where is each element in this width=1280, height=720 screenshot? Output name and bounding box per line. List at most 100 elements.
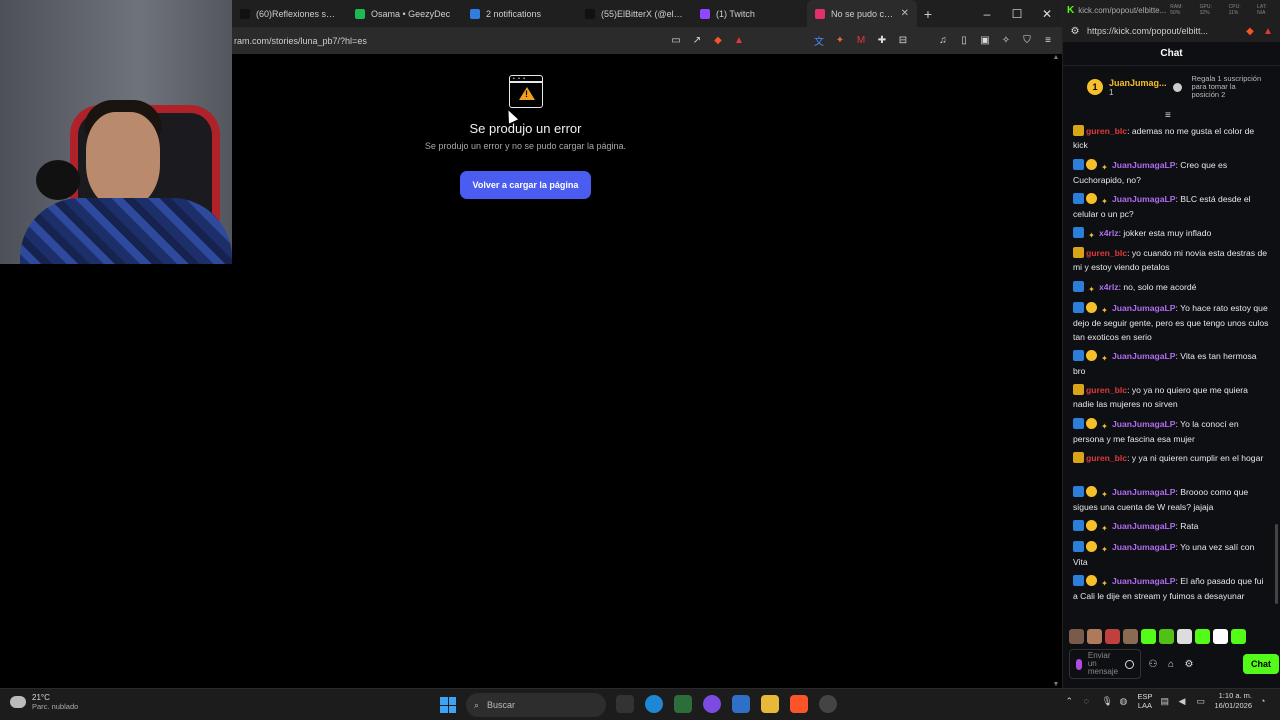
emote[interactable] (1105, 629, 1120, 644)
brave-rewards-icon[interactable]: ▲ (1262, 25, 1274, 37)
weather-widget[interactable]: 21°C Parc. nublado (10, 693, 78, 711)
browser-tab[interactable]: (1) Twitch (692, 0, 807, 27)
brave-shields-icon[interactable]: ◆ (712, 35, 724, 47)
subscriber-badge-icon: ✦ (1101, 354, 1108, 363)
task-view-icon[interactable] (616, 695, 634, 713)
webcam-overlay (0, 0, 232, 264)
clock[interactable]: 1:10 a. m. 16/01/2026 (1214, 691, 1252, 711)
gpu-meter: GPU: 32% (1199, 4, 1212, 16)
cloud-icon (10, 696, 26, 708)
chat-username[interactable]: JuanJumagaLP (1112, 351, 1176, 361)
twitch-icon (700, 8, 710, 19)
notification-bell-icon[interactable]: ◔ (1260, 696, 1270, 706)
chat-input-row: Enviar un mensaje ⚇ ⌂ ⚙ Chat (1069, 648, 1279, 680)
store-icon[interactable] (732, 695, 750, 713)
system-tray: ⌃ ◌ 🎙 ◍ ESP LAA ▤ ◀ ▭ 1:10 a. m. 16/01/2… (1065, 691, 1270, 711)
scroll-up-icon[interactable]: ▲ (1050, 54, 1062, 61)
browser-tab[interactable]: No se pudo carga ✕ (807, 0, 917, 27)
edge-icon[interactable] (645, 695, 663, 713)
chat-username[interactable]: JuanJumagaLP (1112, 542, 1176, 552)
url-field[interactable]: ram.com/stories/luna_pb7/?hl=es (234, 36, 670, 46)
chat-username[interactable]: guren_blc (1086, 126, 1127, 136)
emote[interactable] (1123, 629, 1138, 644)
chat-scrollbar[interactable] (1273, 124, 1280, 624)
input-language[interactable]: ESP LAA (1137, 692, 1152, 710)
chat-username[interactable]: guren_blc (1086, 453, 1127, 463)
new-tab-icon[interactable]: + (917, 6, 939, 22)
chat-username[interactable]: JuanJumagaLP (1112, 521, 1176, 531)
chat-username[interactable]: guren_blc (1086, 248, 1127, 258)
close-tab-icon[interactable]: ✕ (901, 8, 909, 19)
chat-username[interactable]: JuanJumagaLP (1112, 160, 1176, 170)
menu-icon[interactable]: ≡ (1042, 35, 1054, 47)
users-icon[interactable]: ⚇ (1147, 658, 1159, 670)
chat-username[interactable]: x4rlz (1099, 282, 1119, 292)
copilot-icon[interactable] (703, 695, 721, 713)
tray-app-icon[interactable]: ◌ (1083, 696, 1093, 706)
tab-search-icon[interactable]: ⊟ (897, 35, 909, 47)
emote[interactable] (1195, 629, 1210, 644)
top-gifter-banner[interactable]: 1 JuanJumag... 1 Regala 1 suscripción pa… (1063, 66, 1280, 108)
browser-tab[interactable]: (55)ElBitterX (@elbitter (577, 0, 692, 27)
chat-username[interactable]: JuanJumagaLP (1112, 576, 1176, 586)
maximize-icon[interactable]: ☐ (1002, 7, 1032, 21)
page-scrollbar[interactable]: ▲ ▼ (1050, 54, 1062, 688)
emote[interactable] (1177, 629, 1192, 644)
file-explorer-icon[interactable] (761, 695, 779, 713)
wallet-icon[interactable]: ▣ (979, 35, 991, 47)
chat-url-field[interactable]: https://kick.com/popout/elbitt... (1087, 26, 1238, 36)
sidebar-icon[interactable]: ▯ (958, 35, 970, 47)
browser-tab[interactable]: Osama • GeezyDec (347, 0, 462, 27)
filter-icon[interactable]: ≡ (1165, 110, 1171, 121)
leo-icon[interactable]: ✧ (1000, 35, 1012, 47)
translate-icon[interactable]: 文 (813, 35, 825, 48)
emote[interactable] (1213, 629, 1228, 644)
media-icon[interactable]: ♫ (937, 35, 949, 47)
send-chat-button[interactable]: Chat (1243, 654, 1279, 674)
browser-tab[interactable]: 2 notifications (462, 0, 577, 27)
gifter-badge-icon (1086, 193, 1097, 204)
battery-icon[interactable]: ▭ (1196, 696, 1206, 706)
microphone-icon[interactable]: 🎙 (1101, 696, 1112, 706)
chat-username[interactable]: guren_blc (1086, 385, 1127, 395)
start-button[interactable] (440, 697, 456, 713)
browser-tab[interactable]: (60)Reflexiones sobre e (232, 0, 347, 27)
chat-username[interactable]: x4rlz (1099, 228, 1119, 238)
brave-icon[interactable] (790, 695, 808, 713)
emoji-icon[interactable] (1125, 659, 1134, 669)
emote[interactable] (1141, 629, 1156, 644)
chat-message-input[interactable]: Enviar un mensaje (1069, 649, 1141, 679)
brave-shields-icon[interactable]: ◆ (1244, 25, 1256, 37)
volume-icon[interactable]: ◀ (1178, 696, 1188, 706)
chat-username[interactable]: JuanJumagaLP (1112, 194, 1176, 204)
share-icon[interactable]: ↗ (691, 35, 703, 47)
puzzle-icon[interactable]: ✚ (876, 35, 888, 47)
tray-app-icon[interactable]: ◍ (1119, 696, 1129, 706)
chat-username[interactable]: JuanJumagaLP (1112, 487, 1176, 497)
reload-page-button[interactable]: Volver a cargar la página (460, 171, 591, 199)
close-icon[interactable]: ✕ (1032, 7, 1062, 21)
brave-rewards-icon[interactable]: ▲ (733, 35, 745, 47)
emote[interactable] (1069, 629, 1084, 644)
extension-icon[interactable]: M (855, 35, 867, 47)
chevron-up-icon[interactable]: ⌃ (1065, 696, 1075, 706)
microphone-icon[interactable] (1076, 658, 1082, 670)
chat-username[interactable]: JuanJumagaLP (1112, 303, 1176, 313)
obs-icon[interactable] (819, 695, 837, 713)
settings-icon[interactable]: ⚙ (1183, 658, 1195, 670)
scroll-down-icon[interactable]: ▼ (1050, 681, 1062, 688)
moderator-badge-icon (1073, 302, 1084, 313)
emote[interactable] (1159, 629, 1174, 644)
extension-icon[interactable]: ✦ (834, 35, 846, 47)
minimize-icon[interactable]: – (972, 7, 1002, 21)
network-icon[interactable]: ▤ (1160, 696, 1170, 706)
store-icon[interactable]: ⌂ (1165, 658, 1177, 670)
cast-icon[interactable]: ▭ (670, 35, 682, 47)
emote[interactable] (1087, 629, 1102, 644)
emote[interactable] (1231, 629, 1246, 644)
chat-username[interactable]: JuanJumagaLP (1112, 419, 1176, 429)
site-settings-icon[interactable]: ⚙ (1069, 25, 1081, 37)
taskbar-search[interactable]: ⌕ Buscar (466, 693, 606, 717)
vpn-icon[interactable]: ⛉ (1021, 35, 1033, 47)
app-icon[interactable] (674, 695, 692, 713)
